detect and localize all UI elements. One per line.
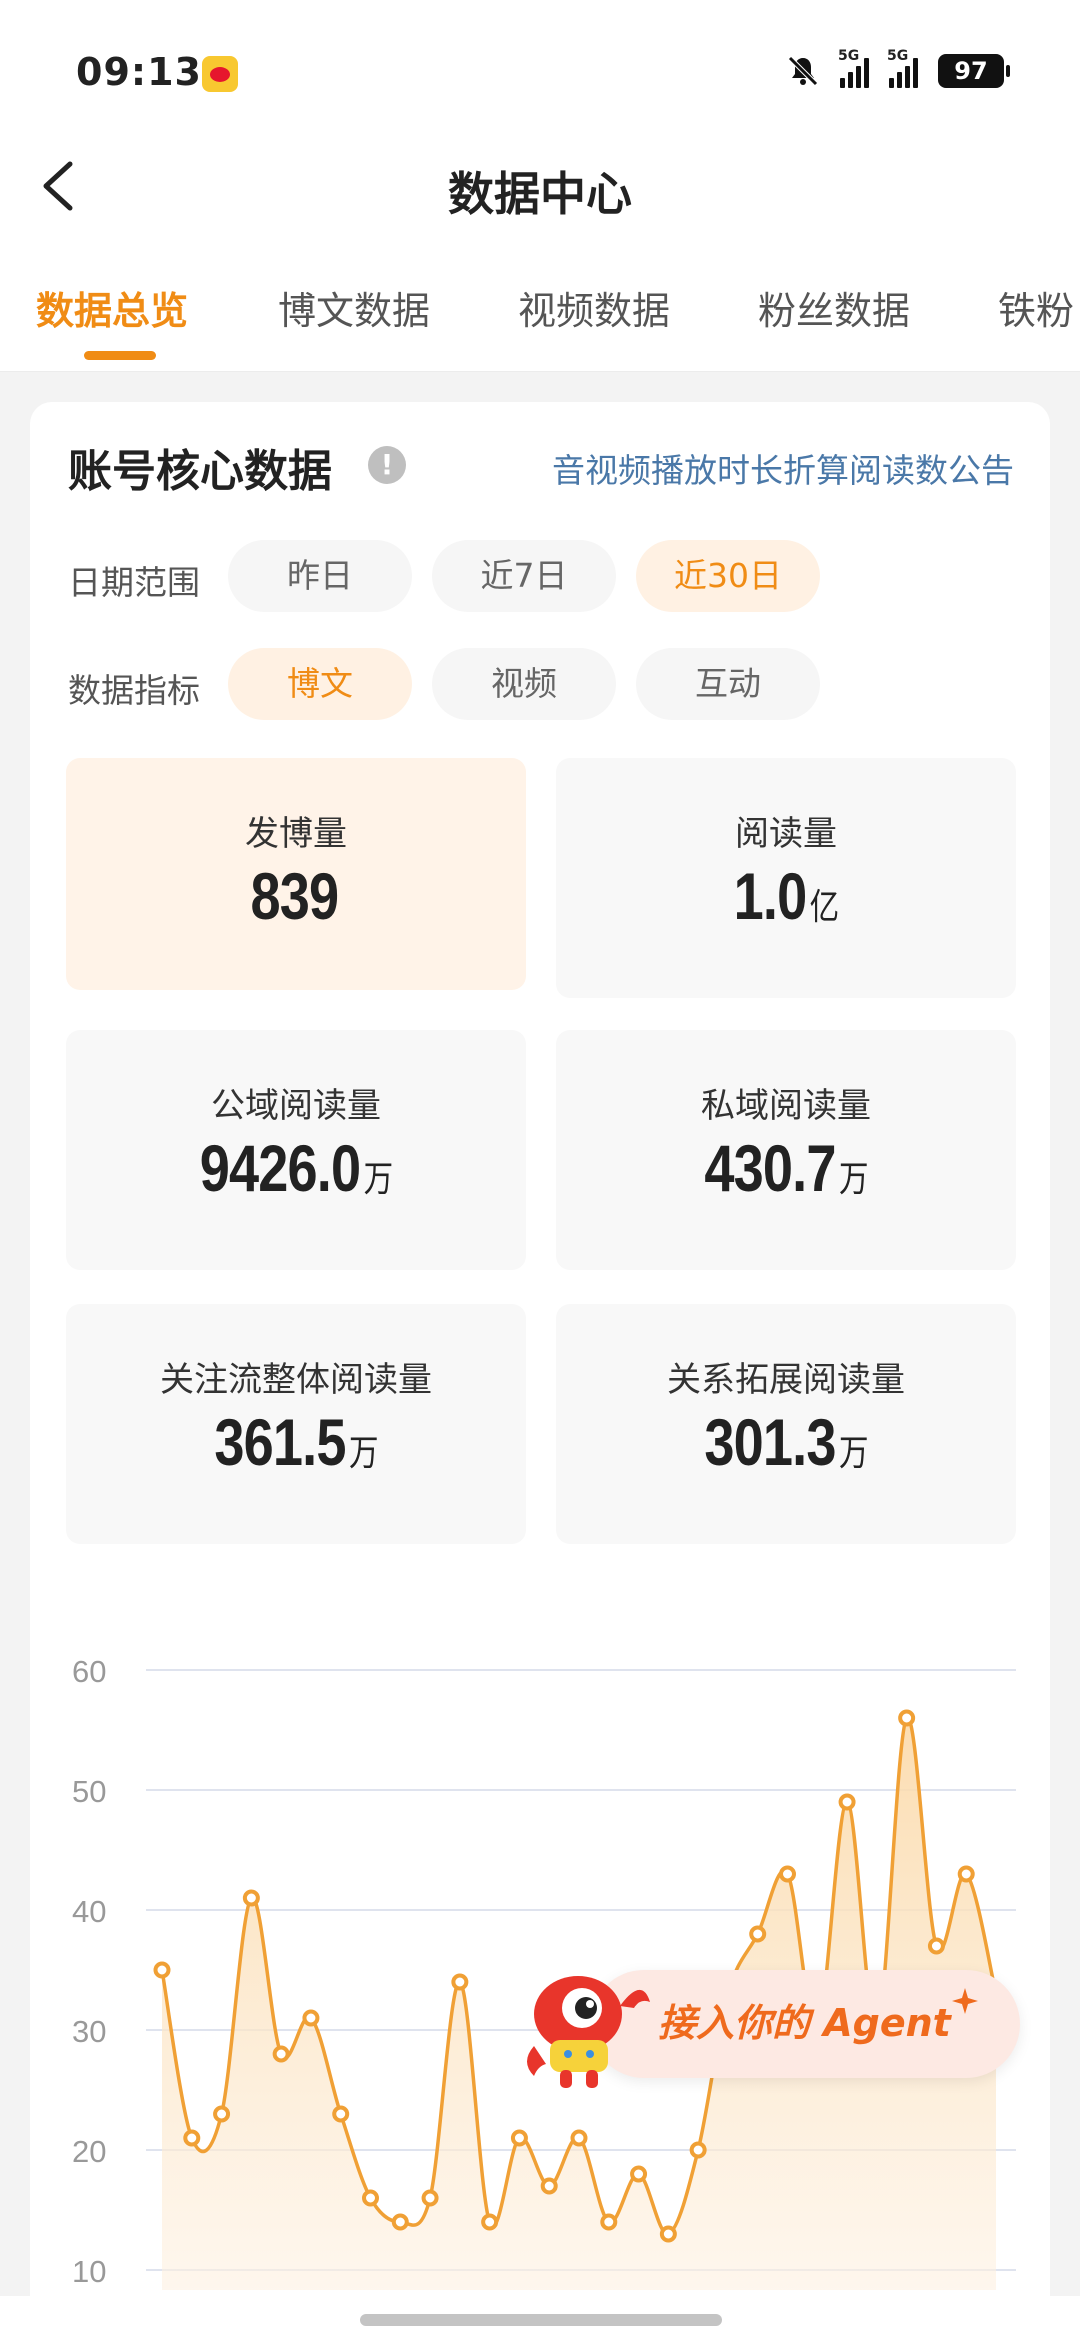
- data-point: [362, 2189, 379, 2207]
- silent-bell-icon: [786, 54, 820, 88]
- card-title: 账号核心数据: [68, 446, 332, 497]
- stat-public-reads[interactable]: 公域阅读量 9426.0万: [66, 1030, 526, 1270]
- tab-iron-fans[interactable]: 铁粉: [998, 280, 1074, 335]
- stat-read-count[interactable]: 阅读量 1.0亿: [556, 758, 1016, 998]
- y-tick-label: 60: [72, 1654, 106, 1689]
- y-tick-label: 40: [72, 1894, 106, 1929]
- data-point: [600, 2213, 618, 2231]
- data-point: [272, 2045, 290, 2063]
- data-point: [451, 1973, 469, 1991]
- weibo-app-icon: [202, 56, 238, 92]
- data-point: [153, 1961, 171, 1979]
- metric-option-interaction[interactable]: 互动: [636, 648, 820, 720]
- tab-videos[interactable]: 视频数据: [518, 280, 670, 335]
- date-option-30d[interactable]: 近30日: [636, 540, 820, 612]
- data-point: [957, 1865, 975, 1883]
- data-point: [540, 2177, 558, 2195]
- data-point: [927, 1937, 945, 1955]
- data-point: [242, 1889, 260, 1907]
- tab-posts[interactable]: 博文数据: [278, 280, 430, 335]
- data-point: [779, 1865, 796, 1883]
- info-icon[interactable]: !: [368, 446, 406, 484]
- sparkle-icon: [950, 1986, 980, 2016]
- data-point: [570, 2129, 588, 2147]
- stat-relation-reads[interactable]: 关系拓展阅读量 301.3万: [556, 1304, 1016, 1544]
- data-point: [481, 2213, 499, 2231]
- metric-option-video[interactable]: 视频: [432, 648, 616, 720]
- y-tick-label: 10: [72, 2254, 106, 2289]
- data-point: [659, 2225, 677, 2243]
- y-tick-label: 20: [72, 2134, 106, 2169]
- metric-option-posts[interactable]: 博文: [228, 648, 412, 720]
- data-point: [749, 1925, 767, 1943]
- tab-fans[interactable]: 粉丝数据: [758, 280, 910, 335]
- notice-link[interactable]: 音视频播放时长折算阅读数公告: [552, 444, 1014, 492]
- y-tick-label: 50: [72, 1774, 106, 1809]
- data-point: [689, 2141, 707, 2159]
- data-point: [898, 1709, 916, 1727]
- data-point: [213, 2105, 231, 2123]
- date-option-yesterday[interactable]: 昨日: [228, 540, 412, 612]
- status-bar: 09:13 5G 5G 97: [0, 0, 1080, 150]
- stat-follow-feed-reads[interactable]: 关注流整体阅读量 361.5万: [66, 1304, 526, 1544]
- metric-label: 数据指标: [68, 671, 200, 710]
- data-point: [183, 2129, 201, 2147]
- data-point: [630, 2165, 648, 2183]
- battery-icon: 97: [938, 54, 1010, 88]
- tab-bar: 数据总览 博文数据 视频数据 粉丝数据 铁粉: [0, 280, 1080, 340]
- page-title: 数据中心: [448, 167, 632, 221]
- active-tab-indicator: [84, 351, 156, 360]
- data-point: [302, 2009, 320, 2027]
- date-range-label: 日期范围: [68, 563, 200, 602]
- tab-overview[interactable]: 数据总览: [36, 280, 188, 335]
- data-point: [510, 2129, 528, 2147]
- mascot-icon: [516, 1942, 666, 2092]
- data-point: [421, 2189, 439, 2207]
- home-indicator[interactable]: [360, 2314, 722, 2326]
- signal-icon-1: 5G: [838, 48, 869, 88]
- data-point: [391, 2213, 409, 2231]
- date-option-7d[interactable]: 近7日: [432, 540, 616, 612]
- signal-icon-2: 5G: [887, 48, 918, 88]
- y-tick-label: 30: [72, 2014, 106, 2049]
- stat-private-reads[interactable]: 私域阅读量 430.7万: [556, 1030, 1016, 1270]
- data-point: [332, 2105, 350, 2123]
- clock: 09:13: [76, 50, 202, 94]
- stat-post-count[interactable]: 发博量 839: [66, 758, 526, 990]
- data-point: [838, 1793, 856, 1811]
- agent-banner-label: 接入你的 Agent: [658, 2001, 951, 2045]
